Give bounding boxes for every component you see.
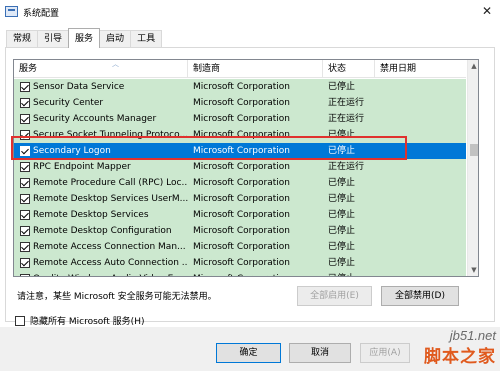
list-header: 服务 ︿ 制造商 状态 禁用日期: [14, 60, 466, 78]
hide-ms-services-label: 隐藏所有 Microsoft 服务(H): [30, 317, 145, 327]
service-manufacturer: Microsoft Corporation: [193, 242, 290, 252]
service-name: Remote Procedure Call (RPC) Loc...: [33, 178, 188, 188]
row-checkbox[interactable]: [20, 258, 30, 268]
service-name: RPC Endpoint Mapper: [33, 162, 131, 172]
disable-all-button[interactable]: 全部禁用(D): [381, 286, 459, 306]
tab-general[interactable]: 常规: [6, 30, 39, 48]
service-name: Quality Windows Audio Video Ex...: [33, 271, 188, 276]
table-row[interactable]: Security Accounts Manager Microsoft Corpo…: [14, 111, 466, 127]
row-checkbox[interactable]: [20, 226, 30, 236]
row-checkbox[interactable]: [20, 162, 30, 172]
service-status: 已停止: [328, 271, 376, 276]
service-name: Remote Desktop Services UserM...: [33, 194, 188, 204]
table-row[interactable]: Remote Access Auto Connection ... Microso…: [14, 255, 466, 271]
tab-tools[interactable]: 工具: [130, 30, 163, 48]
row-checkbox[interactable]: [20, 82, 30, 92]
service-name: Remote Desktop Configuration: [33, 226, 172, 236]
column-header-status[interactable]: 状态: [323, 60, 375, 78]
enable-all-button[interactable]: 全部启用(E): [297, 286, 372, 306]
service-name: Secondary Logon: [33, 146, 111, 156]
row-checkbox[interactable]: [20, 178, 30, 188]
service-manufacturer: Microsoft Corporation: [193, 130, 290, 140]
service-manufacturer: Microsoft Corporation: [193, 226, 290, 236]
vertical-scrollbar[interactable]: ▲ ▼: [467, 60, 478, 276]
services-list[interactable]: 服务 ︿ 制造商 状态 禁用日期 Sensor Data Service Micr…: [13, 59, 479, 277]
watermark-home: 脚本之家: [424, 347, 496, 367]
close-icon[interactable]: ✕: [480, 4, 494, 18]
service-status: 已停止: [328, 130, 356, 140]
table-row[interactable]: Secondary Logon Microsoft Corporation 已停止: [14, 143, 466, 159]
service-manufacturer: Microsoft Corporation: [193, 82, 290, 92]
table-row[interactable]: Quality Windows Audio Video Ex... Microso…: [14, 271, 466, 276]
service-name: Secure Socket Tunneling Protoco...: [33, 130, 188, 140]
service-manufacturer: Microsoft Corporation: [193, 178, 290, 188]
service-status: 正在运行: [328, 114, 365, 124]
checkbox-icon[interactable]: [15, 315, 25, 326]
app-icon: [5, 6, 18, 17]
watermark-logo: jb51.net 脚本之家: [393, 324, 500, 371]
tab-services[interactable]: 服务: [68, 28, 101, 48]
service-status: 已停止: [328, 210, 356, 220]
service-status: 正在运行: [328, 162, 365, 172]
service-name: Security Center: [33, 98, 104, 108]
service-manufacturer: Microsoft Corporation: [193, 194, 290, 204]
service-manufacturer: Microsoft Corporation: [193, 162, 290, 172]
service-name: Security Accounts Manager: [33, 114, 157, 124]
service-name: Remote Access Auto Connection ...: [33, 258, 188, 268]
service-rows: Sensor Data Service Microsoft Corporation…: [14, 79, 466, 276]
column-header-manufacturer[interactable]: 制造商: [188, 60, 323, 78]
table-row[interactable]: Security Center Microsoft Corporation 正在运行: [14, 95, 466, 111]
service-name: Sensor Data Service: [33, 82, 125, 92]
column-header-service[interactable]: 服务: [14, 60, 188, 78]
row-checkbox[interactable]: [20, 242, 30, 252]
scroll-up-icon[interactable]: ▲: [468, 60, 478, 72]
service-manufacturer: Microsoft Corporation: [193, 98, 290, 108]
scroll-down-icon[interactable]: ▼: [468, 264, 478, 276]
table-row[interactable]: RPC Endpoint Mapper Microsoft Corporation…: [14, 159, 466, 175]
service-manufacturer: Microsoft Corporation: [193, 210, 290, 220]
service-status: 已停止: [328, 146, 356, 156]
ok-button[interactable]: 确定: [216, 343, 281, 363]
row-checkbox[interactable]: [20, 146, 30, 156]
table-row[interactable]: Remote Procedure Call (RPC) Loc... Micros…: [14, 175, 466, 191]
table-row[interactable]: Sensor Data Service Microsoft Corporation…: [14, 79, 466, 95]
service-status: 已停止: [328, 242, 356, 252]
window-title: 系统配置: [23, 9, 60, 19]
row-checkbox[interactable]: [20, 274, 30, 276]
tab-startup[interactable]: 启动: [99, 30, 132, 48]
hide-ms-services-checkbox[interactable]: 隐藏所有 Microsoft 服务(H): [15, 314, 144, 327]
title-bar: 系统配置 ✕: [0, 0, 500, 24]
service-name: Remote Access Connection Man...: [33, 242, 186, 252]
service-name: Remote Desktop Services: [33, 210, 149, 220]
note-text: 请注意，某些 Microsoft 安全服务可能无法禁用。: [17, 292, 217, 302]
row-checkbox[interactable]: [20, 194, 30, 204]
row-checkbox[interactable]: [20, 210, 30, 220]
column-header-disabled-date[interactable]: 禁用日期: [375, 60, 466, 78]
row-checkbox[interactable]: [20, 98, 30, 108]
row-checkbox[interactable]: [20, 130, 30, 140]
row-checkbox[interactable]: [20, 114, 30, 124]
service-manufacturer: Microsoft Corporation: [193, 146, 290, 156]
service-status: 已停止: [328, 82, 356, 92]
service-status: 正在运行: [328, 98, 365, 108]
service-manufacturer: Microsoft Corporation: [193, 258, 290, 268]
tab-bar: 常规 引导 服务 启动 工具: [6, 28, 163, 48]
service-status: 已停止: [328, 226, 356, 236]
service-status: 已停止: [328, 178, 356, 188]
table-row[interactable]: Remote Access Connection Man... Microsoft…: [14, 239, 466, 255]
tab-boot[interactable]: 引导: [37, 30, 70, 48]
table-row[interactable]: Remote Desktop Services Microsoft Corpora…: [14, 207, 466, 223]
service-manufacturer: Microsoft Corporation: [193, 271, 323, 276]
table-row[interactable]: Secure Socket Tunneling Protoco... Micros…: [14, 127, 466, 143]
table-row[interactable]: Remote Desktop Services UserM... Microsof…: [14, 191, 466, 207]
table-row[interactable]: Remote Desktop Configuration Microsoft Co…: [14, 223, 466, 239]
sort-arrow-icon: ︿: [112, 60, 119, 68]
service-status: 已停止: [328, 258, 356, 268]
watermark-site: jb51.net: [449, 328, 496, 343]
service-manufacturer: Microsoft Corporation: [193, 114, 290, 124]
cancel-button[interactable]: 取消: [289, 343, 351, 363]
scroll-thumb[interactable]: [470, 144, 478, 156]
service-status: 已停止: [328, 194, 356, 204]
